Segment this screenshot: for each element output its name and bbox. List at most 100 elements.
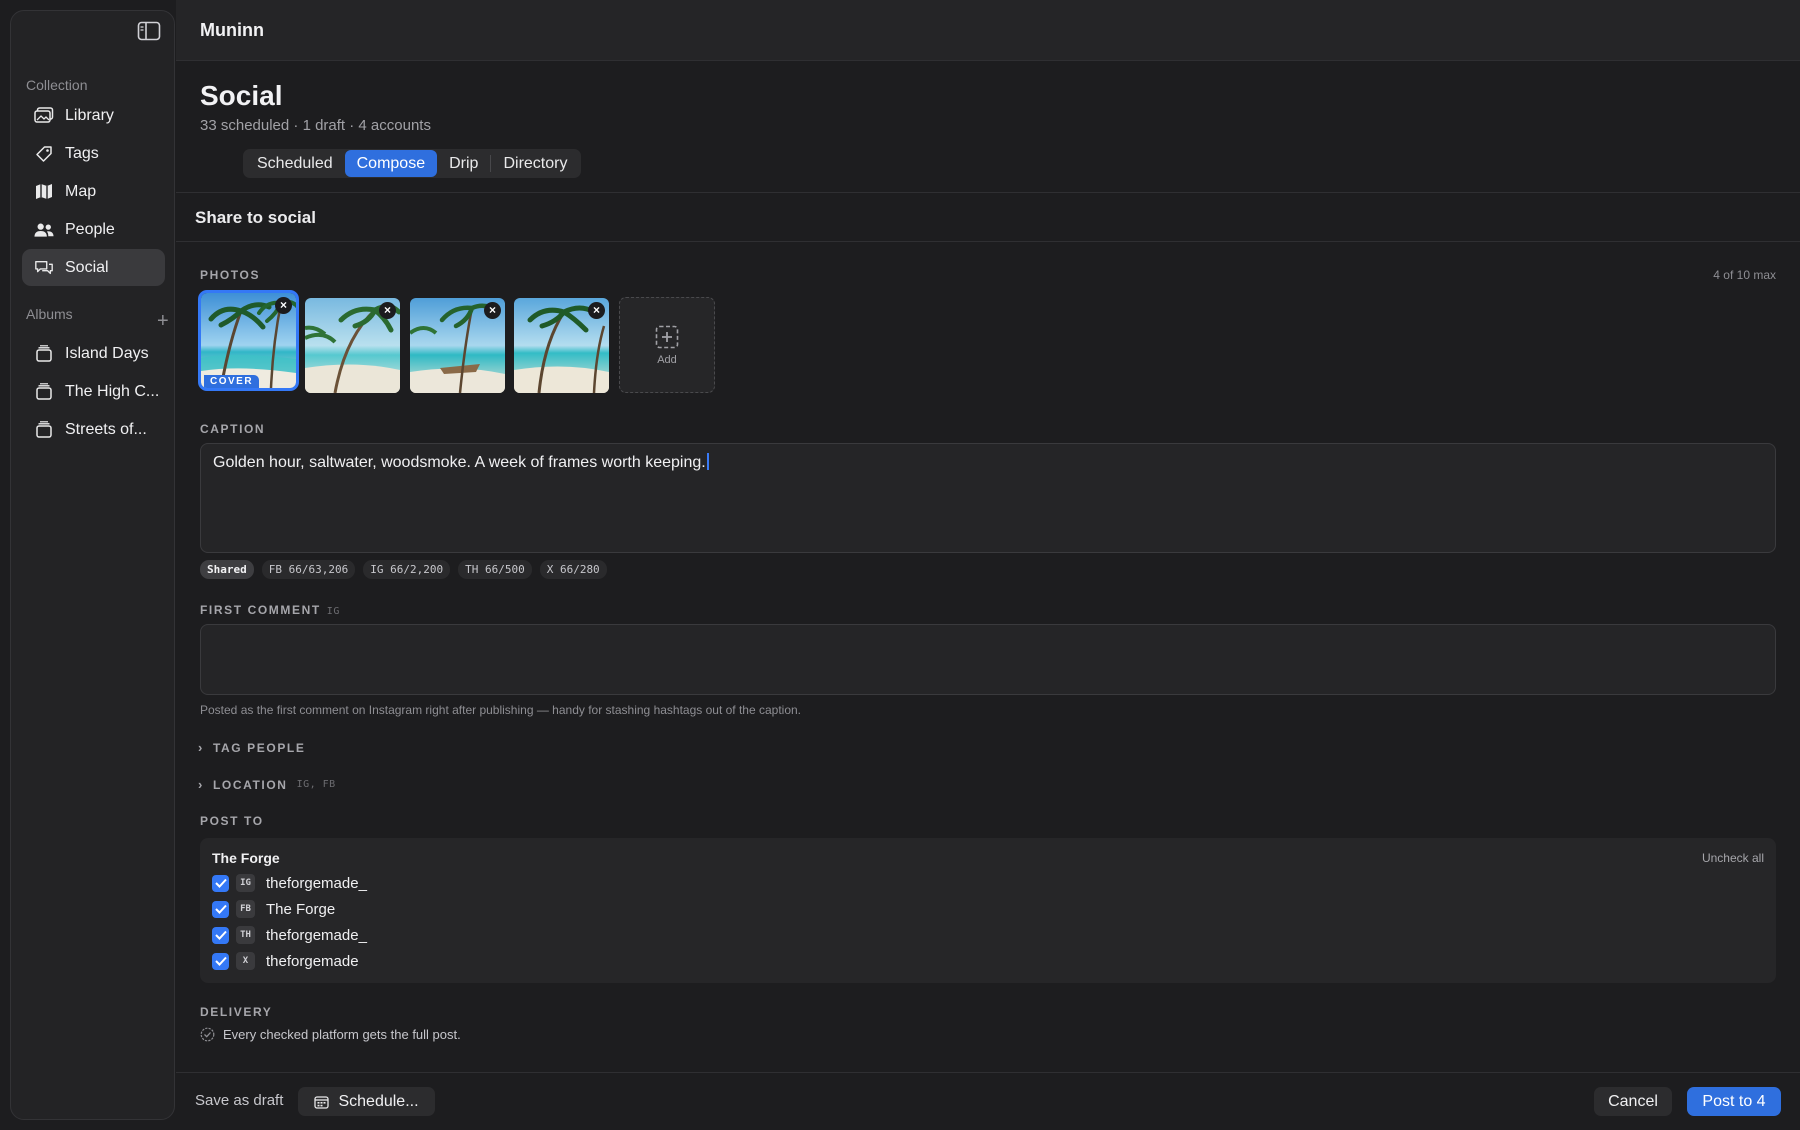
checkbox-checked[interactable] [212, 874, 229, 892]
account-name: theforgemade_ [266, 874, 367, 892]
checkbox-checked[interactable] [212, 900, 229, 918]
post-to-panel: The Forge Uncheck all IG theforgemade_ F… [200, 838, 1776, 983]
character-counters: Shared FB 66/63,206 IG 66/2,200 TH 66/50… [200, 560, 607, 579]
counter-chip-fb[interactable]: FB 66/63,206 [261, 560, 356, 579]
album-label: Island Days [65, 344, 149, 362]
photo-thumbnail[interactable]: × [305, 298, 400, 393]
account-row[interactable]: X theforgemade [212, 951, 359, 971]
top-bar: Muninn [176, 0, 1800, 61]
album-label: Streets of... [65, 420, 147, 438]
album-item[interactable]: The High C... [22, 373, 165, 410]
people-icon [34, 221, 54, 239]
album-label: The High C... [65, 382, 160, 400]
photos-count: 4 of 10 max [1713, 268, 1776, 282]
first-comment-helper: Posted as the first comment on Instagram… [200, 703, 802, 717]
first-comment-label: FIRST COMMENT IG [200, 603, 340, 617]
counter-chip-ig[interactable]: IG 66/2,200 [363, 560, 451, 579]
delivery-label: DELIVERY [200, 1005, 273, 1019]
account-row[interactable]: FB The Forge [212, 899, 335, 919]
photo-thumbnail[interactable]: × [514, 298, 609, 393]
divider [176, 192, 1800, 193]
checkbox-checked[interactable] [212, 926, 229, 944]
post-to-label: POST TO [200, 814, 264, 828]
counter-chip-shared[interactable]: Shared [200, 560, 254, 579]
album-item[interactable]: Streets of... [22, 411, 165, 448]
sidebar: Collection Library Tags Map People Socia… [10, 10, 175, 1120]
album-stack-icon [34, 345, 54, 363]
account-name: The Forge [266, 900, 336, 918]
delivery-text: Every checked platform gets the full pos… [223, 1027, 461, 1042]
caption-text: Golden hour, saltwater, woodsmoke. A wee… [213, 453, 709, 472]
photo-thumbnail[interactable]: × [410, 298, 505, 393]
album-item[interactable]: Island Days [22, 335, 165, 372]
delivery-info: Every checked platform gets the full pos… [200, 1027, 461, 1042]
cover-badge: COVER [204, 375, 260, 388]
account-name: theforgemade_ [266, 926, 367, 944]
chevron-right-icon: › [198, 740, 204, 755]
segmented-tabs: Scheduled Compose Drip Directory [243, 149, 582, 178]
tag-people-expander[interactable]: › TAG PEOPLE [198, 740, 305, 755]
add-photo-icon [655, 325, 679, 348]
add-photo-label: Add [657, 353, 677, 366]
sidebar-item-label: Social [65, 258, 109, 276]
add-album-icon[interactable]: + [157, 311, 169, 331]
sidebar-item-tags[interactable]: Tags [22, 135, 165, 172]
tag-icon [34, 145, 54, 163]
post-button[interactable]: Post to 4 [1687, 1087, 1781, 1116]
account-row[interactable]: TH theforgemade_ [212, 925, 367, 945]
albums-section-label: Albums [26, 306, 73, 322]
first-comment-label-text: FIRST COMMENT [200, 603, 321, 617]
page-subtitle: 33 scheduled · 1 draft · 4 accounts [200, 117, 431, 134]
platform-badge: X [236, 952, 255, 970]
account-name: theforgemade [266, 952, 359, 970]
collection-section-label: Collection [26, 77, 88, 93]
remove-photo-icon[interactable]: × [275, 297, 292, 314]
app-title: Muninn [200, 20, 264, 40]
album-stack-icon [34, 421, 54, 439]
tag-people-label: TAG PEOPLE [213, 740, 306, 755]
sidebar-item-social[interactable]: Social [22, 249, 165, 286]
text-caret [706, 453, 709, 470]
account-row[interactable]: IG theforgemade_ [212, 873, 367, 893]
sidebar-item-label: Map [65, 182, 97, 200]
schedule-label: Schedule... [338, 1092, 419, 1110]
counter-chip-th[interactable]: TH 66/500 [458, 560, 532, 579]
sidebar-item-library[interactable]: Library [22, 97, 165, 134]
map-icon [34, 183, 54, 201]
calendar-icon [314, 1095, 330, 1109]
location-expander[interactable]: › LOCATION IG, FB [198, 777, 336, 792]
counter-chip-x[interactable]: X 66/280 [539, 560, 607, 579]
remove-photo-icon[interactable]: × [588, 302, 605, 319]
save-draft-button[interactable]: Save as draft [195, 1092, 283, 1109]
location-label: LOCATION [213, 777, 288, 792]
chat-bubbles-icon [34, 259, 54, 277]
cancel-button[interactable]: Cancel [1594, 1087, 1672, 1116]
tab-drip[interactable]: Drip [437, 150, 490, 177]
sidebar-toggle-icon[interactable] [137, 21, 161, 41]
chevron-right-icon: › [198, 777, 204, 792]
account-group-name: The Forge [212, 850, 280, 866]
platform-badge: TH [236, 926, 255, 944]
caption-value: Golden hour, saltwater, woodsmoke. A wee… [213, 454, 706, 471]
checkbox-checked[interactable] [212, 952, 229, 970]
schedule-button[interactable]: Schedule... [298, 1087, 435, 1116]
photo-thumbnail-cover[interactable]: × COVER [198, 290, 299, 391]
sidebar-item-map[interactable]: Map [22, 173, 165, 210]
sidebar-item-people[interactable]: People [22, 211, 165, 248]
caption-textarea[interactable]: Golden hour, saltwater, woodsmoke. A wee… [200, 443, 1776, 553]
remove-photo-icon[interactable]: × [379, 302, 396, 319]
sidebar-item-label: Tags [65, 144, 99, 162]
tab-compose[interactable]: Compose [344, 150, 438, 177]
tab-scheduled[interactable]: Scheduled [245, 150, 345, 177]
add-photo-button[interactable]: Add [619, 297, 715, 393]
platform-badge: IG [236, 874, 255, 892]
platform-badge: FB [236, 900, 255, 918]
first-comment-platform-tag: IG [326, 606, 340, 617]
uncheck-all-button[interactable]: Uncheck all [1702, 851, 1764, 865]
first-comment-textarea[interactable] [200, 624, 1776, 695]
album-stack-icon [34, 383, 54, 401]
tab-directory[interactable]: Directory [491, 150, 579, 177]
remove-photo-icon[interactable]: × [484, 302, 501, 319]
divider [176, 241, 1800, 242]
compose-title: Share to social [195, 208, 316, 227]
